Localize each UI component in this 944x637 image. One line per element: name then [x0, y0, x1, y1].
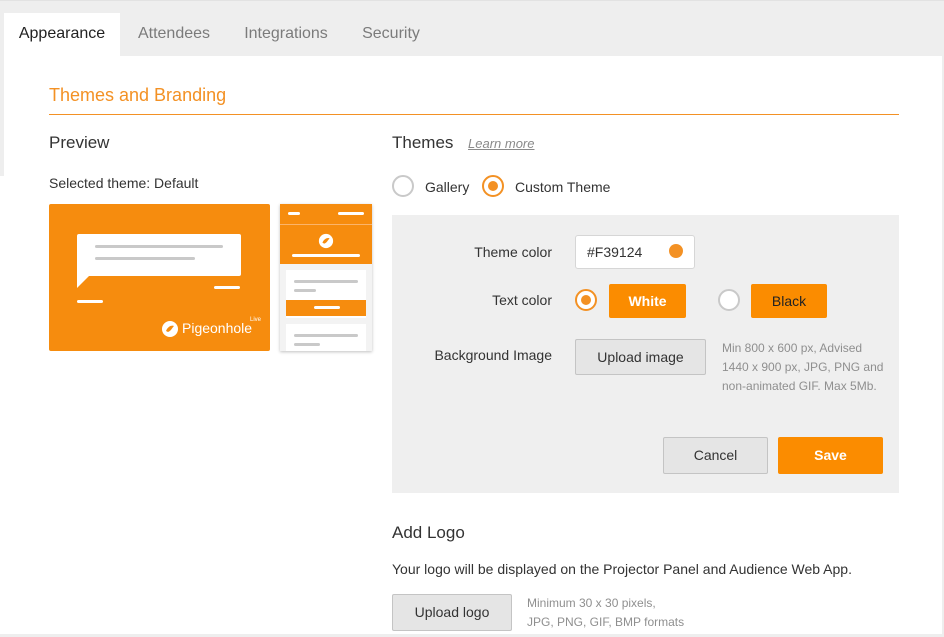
add-logo-heading: Add Logo — [392, 523, 465, 542]
mobile-preview — [280, 204, 372, 351]
learn-more-link[interactable]: Learn more — [468, 136, 534, 151]
section-divider — [49, 114, 899, 115]
pigeon-icon — [162, 321, 178, 337]
tab-attendees[interactable]: Attendees — [124, 13, 224, 57]
preview-heading: Preview — [49, 133, 110, 152]
text-white-radio[interactable] — [575, 289, 597, 311]
brand-sup: Live — [250, 317, 262, 323]
preview-speech-bubble — [77, 234, 241, 276]
mobile-pigeon-icon — [318, 233, 334, 249]
custom-theme-label[interactable]: Custom Theme — [515, 179, 610, 195]
left-gutter — [0, 56, 4, 176]
tab-appearance[interactable]: Appearance — [4, 13, 120, 57]
selected-theme-label: Selected theme: Default — [49, 175, 199, 191]
upload-logo-button[interactable]: Upload logo — [392, 594, 512, 631]
theme-color-swatch[interactable] — [669, 244, 683, 258]
section-title: Themes and Branding — [49, 85, 227, 105]
mobile-header — [280, 204, 372, 264]
tab-bar: Appearance Attendees Integrations Securi… — [0, 0, 944, 57]
cancel-button[interactable]: Cancel — [663, 437, 768, 474]
preview-bubble-tail — [77, 274, 91, 288]
gallery-label[interactable]: Gallery — [425, 179, 469, 195]
tab-security[interactable]: Security — [348, 13, 434, 57]
background-image-hint: Min 800 x 600 px, Advised 1440 x 900 px,… — [722, 341, 884, 393]
theme-color-label: Theme color — [474, 244, 552, 260]
gallery-radio[interactable] — [392, 175, 414, 197]
desktop-preview: Pigeonhole Live — [49, 204, 270, 351]
mobile-card — [286, 324, 366, 351]
mobile-orange-bar — [286, 300, 366, 316]
preview-line — [214, 286, 240, 289]
add-logo-description: Your logo will be displayed on the Proje… — [392, 561, 852, 577]
white-text-button[interactable]: White — [609, 284, 686, 318]
upload-image-button[interactable]: Upload image — [575, 339, 706, 375]
custom-theme-radio[interactable] — [482, 175, 504, 197]
logo-hint: Minimum 30 x 30 pixels, JPG, PNG, GIF, B… — [527, 596, 685, 629]
black-text-button[interactable]: Black — [751, 284, 827, 318]
save-button[interactable]: Save — [778, 437, 883, 474]
themes-heading: Themes — [392, 133, 454, 152]
background-image-label: Background Image — [434, 347, 552, 363]
text-black-radio[interactable] — [718, 289, 740, 311]
preview-line — [77, 300, 103, 303]
text-color-label: Text color — [492, 292, 552, 308]
brand-name: Pigeonhole — [182, 320, 253, 336]
tab-integrations[interactable]: Integrations — [230, 13, 342, 57]
